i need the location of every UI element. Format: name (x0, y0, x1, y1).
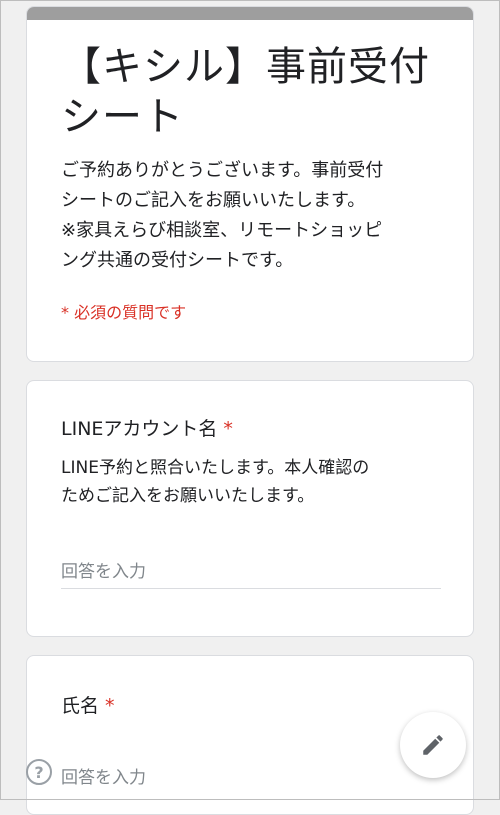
edit-fab-button[interactable] (400, 712, 466, 778)
question-title-text: LINEアカウント名 (61, 418, 218, 440)
line-account-input[interactable] (61, 556, 441, 589)
question-description: LINE予約と照合いたします。本人確認の ためご記入をお願いいたします。 (61, 454, 439, 510)
name-input[interactable] (61, 762, 441, 794)
pencil-icon (423, 735, 443, 755)
description-line: シートのご記入をお願いいたします。 (61, 190, 366, 211)
help-icon[interactable]: ? (26, 759, 52, 785)
question-title: LINEアカウント名 * (61, 415, 233, 443)
question-title: 氏名 * (61, 692, 115, 720)
form-description: ご予約ありがとうございます。事前受付 シートのご記入をお願いいたします。 ※家具… (61, 156, 439, 276)
question-description-line: ためご記入をお願いいたします。 (61, 486, 315, 506)
required-asterisk: * (105, 695, 115, 717)
form-title: 【キシル】事前受付シート (61, 44, 430, 140)
description-line: ※家具えらび相談室、リモートショッピ (61, 220, 383, 241)
question-description-line: LINE予約と照合いたします。本人確認の (61, 458, 370, 478)
required-note: * 必須の質問です (61, 303, 187, 322)
description-line: ング共通の受付シートです。 (61, 250, 294, 271)
help-glyph: ? (34, 762, 44, 782)
header-accent-bar (27, 7, 473, 20)
form-header-card: 【キシル】事前受付シート ご予約ありがとうございます。事前受付 シートのご記入を… (26, 6, 474, 362)
question-card-line-account: LINEアカウント名 * LINE予約と照合いたします。本人確認の ためご記入をお… (26, 380, 474, 637)
required-asterisk: * (223, 418, 233, 440)
description-line: ご予約ありがとうございます。事前受付 (61, 160, 384, 181)
question-title-text: 氏名 (61, 695, 100, 717)
